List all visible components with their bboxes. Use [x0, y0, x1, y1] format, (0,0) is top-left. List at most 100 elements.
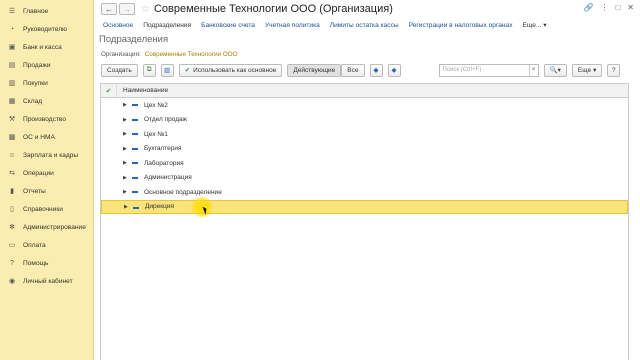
user-icon: ◉ [8, 278, 16, 285]
use-as-main-label: Использовать как основное [193, 66, 277, 74]
expand-triangle-icon[interactable]: ▶ [123, 102, 127, 108]
sidebar-item-warehouse[interactable]: ▦ Склад [0, 92, 93, 110]
table-row[interactable]: ▶ Основное подразделение [101, 185, 628, 200]
sidebar-item-label: ОС и НМА [23, 133, 55, 141]
copy-button[interactable]: ⧉ [142, 63, 156, 77]
table-row-selected[interactable]: ▶ Дирекция [101, 199, 628, 214]
delete-mark-button[interactable]: ▥ [160, 63, 174, 77]
create-button[interactable]: Создать [101, 63, 138, 77]
sidebar-item-purchases[interactable]: ▥ Покупки [0, 74, 93, 92]
sidebar-item-label: Помощь [23, 259, 49, 267]
back-button[interactable]: ← [101, 3, 117, 15]
row-name: Цех №1 [144, 130, 168, 138]
operations-icon: ⇆ [9, 170, 15, 177]
table-header: ✔ Наименование [101, 84, 628, 98]
table-row[interactable]: ▶ Цех №2 [101, 98, 628, 113]
sidebar-item-label: Администрирование [23, 223, 86, 231]
table-row[interactable]: ▶ Цех №1 [101, 127, 628, 142]
sidebar-item-label: Отчеты [23, 187, 46, 195]
table-row[interactable]: ▶ Администрация [101, 171, 628, 186]
tab-tax-registrations[interactable]: Регистрации в налоговых органах [409, 22, 513, 29]
move-down-icon: ◆ [391, 67, 397, 74]
maximize-icon[interactable]: □ [615, 3, 620, 12]
expand-triangle-icon[interactable]: ▶ [123, 160, 127, 166]
sidebar-item-reports[interactable]: ▮ Отчеты [0, 182, 93, 200]
departments-table: ✔ Наименование ▶ Цех №2 ▶ Отдел продаж ▶ Це… [100, 83, 629, 360]
table-row[interactable]: ▶ Лаборатория [101, 156, 628, 171]
help-button[interactable]: ? [607, 63, 621, 77]
tab-main[interactable]: Основное [103, 22, 133, 29]
sidebar-item-references[interactable]: ▯ Справочники [0, 200, 93, 218]
sidebar-item-help[interactable]: ? Помощь [0, 254, 93, 272]
menu-icon: ☰ [8, 8, 16, 15]
row-name: Лаборатория [144, 159, 184, 167]
arrow-right-icon: → [123, 4, 131, 14]
sidebar-item-admin[interactable]: ✻ Администрирование [0, 218, 93, 236]
item-marker-icon [133, 206, 139, 209]
expand-triangle-icon[interactable]: ▶ [123, 131, 127, 137]
window-controls: 🔗 ⋮ □ ✕ [583, 3, 634, 12]
filter-all-button[interactable]: Все [341, 63, 365, 77]
use-as-main-button[interactable]: ✔ Использовать как основное [178, 63, 283, 77]
row-name: Бухгалтерия [144, 145, 182, 153]
expand-triangle-icon[interactable]: ▶ [123, 146, 127, 152]
search-input[interactable]: Поиск (Ctrl+F) × [438, 63, 539, 77]
star-icon[interactable]: ☆ [141, 4, 150, 15]
tab-accounting-policy[interactable]: Учетная политика [265, 22, 320, 29]
tab-departments[interactable]: Подразделения [143, 22, 191, 29]
move-up-button[interactable]: ◆ [369, 63, 383, 77]
sidebar-item-label: Продажи [23, 61, 51, 69]
tab-more[interactable]: Еще... ▾ [523, 21, 547, 29]
link-icon[interactable]: 🔗 [583, 3, 593, 12]
move-down-button[interactable]: ◆ [387, 63, 401, 77]
expand-triangle-icon[interactable]: ▶ [123, 189, 127, 195]
table-row[interactable]: ▶ Отдел продаж [101, 113, 628, 128]
search-icon: 🔍 [549, 67, 558, 74]
main-panel: ← → ☆ Современные Технологии ООО (Органи… [95, 0, 640, 360]
checkmark-icon: ✔ [184, 67, 191, 74]
sidebar-item-label: Главное [23, 7, 49, 15]
copy-icon: ⧉ [146, 66, 152, 73]
sidebar-item-main[interactable]: ☰ Главное [0, 2, 93, 20]
help-icon: ? [10, 259, 14, 267]
more-vertical-icon[interactable]: ⋮ [600, 3, 608, 12]
expand-triangle-icon[interactable]: ▶ [124, 204, 128, 210]
sidebar-item-salary[interactable]: ☺ Зарплата и кадры [0, 146, 93, 164]
sidebar-item-manager[interactable]: ◔ Руководителю [0, 20, 93, 38]
expand-triangle-icon[interactable]: ▶ [123, 175, 127, 181]
sidebar-item-production[interactable]: ⚒ Производство [0, 110, 93, 128]
sidebar-item-account[interactable]: ◉ Личный кабинет [0, 272, 93, 290]
more-label: Еще [577, 66, 592, 74]
chevron-down-icon: ▾ [543, 22, 547, 29]
search-clear-icon[interactable]: × [528, 64, 538, 76]
sidebar-item-sales[interactable]: ▤ Продажи [0, 56, 93, 74]
column-name-header[interactable]: Наименование [117, 87, 168, 94]
sidebar-item-label: Оплата [23, 241, 46, 249]
more-button[interactable]: Еще ▾ [571, 63, 603, 77]
chart-icon: ◔ [9, 25, 15, 33]
sidebar-item-label: Склад [23, 97, 43, 105]
factory-icon: ⚒ [8, 116, 16, 123]
forward-button[interactable]: → [119, 3, 135, 15]
sidebar-item-label: Справочники [23, 205, 63, 213]
sidebar-item-payment[interactable]: ▭ Оплата [0, 236, 93, 254]
filter-active-button[interactable]: Действующие [287, 63, 342, 77]
tab-cash-limits[interactable]: Лимиты остатка кассы [330, 22, 399, 29]
gear-icon: ✻ [9, 224, 15, 231]
tab-more-label: Еще... [522, 22, 542, 29]
bank-icon: ▣ [8, 44, 16, 51]
sidebar-item-assets[interactable]: ▩ ОС и НМА [0, 128, 93, 146]
expand-triangle-icon[interactable]: ▶ [123, 117, 127, 123]
chevron-down-icon: ▾ [557, 67, 561, 74]
search-options-button[interactable]: 🔍 ▾ [543, 63, 567, 77]
sidebar-item-bank[interactable]: ▣ Банк и касса [0, 38, 93, 56]
basket-icon: ▥ [8, 80, 16, 87]
table-row[interactable]: ▶ Бухгалтерия [101, 142, 628, 157]
close-icon[interactable]: ✕ [627, 3, 634, 12]
item-marker-icon [132, 147, 138, 150]
item-marker-icon [132, 104, 138, 106]
tab-bank-accounts[interactable]: Банковские счета [201, 22, 255, 29]
chevron-down-icon: ▾ [593, 67, 597, 74]
sidebar-item-operations[interactable]: ⇆ Операции [0, 164, 93, 182]
organization-link[interactable]: Современные Технологии ООО [145, 51, 238, 58]
